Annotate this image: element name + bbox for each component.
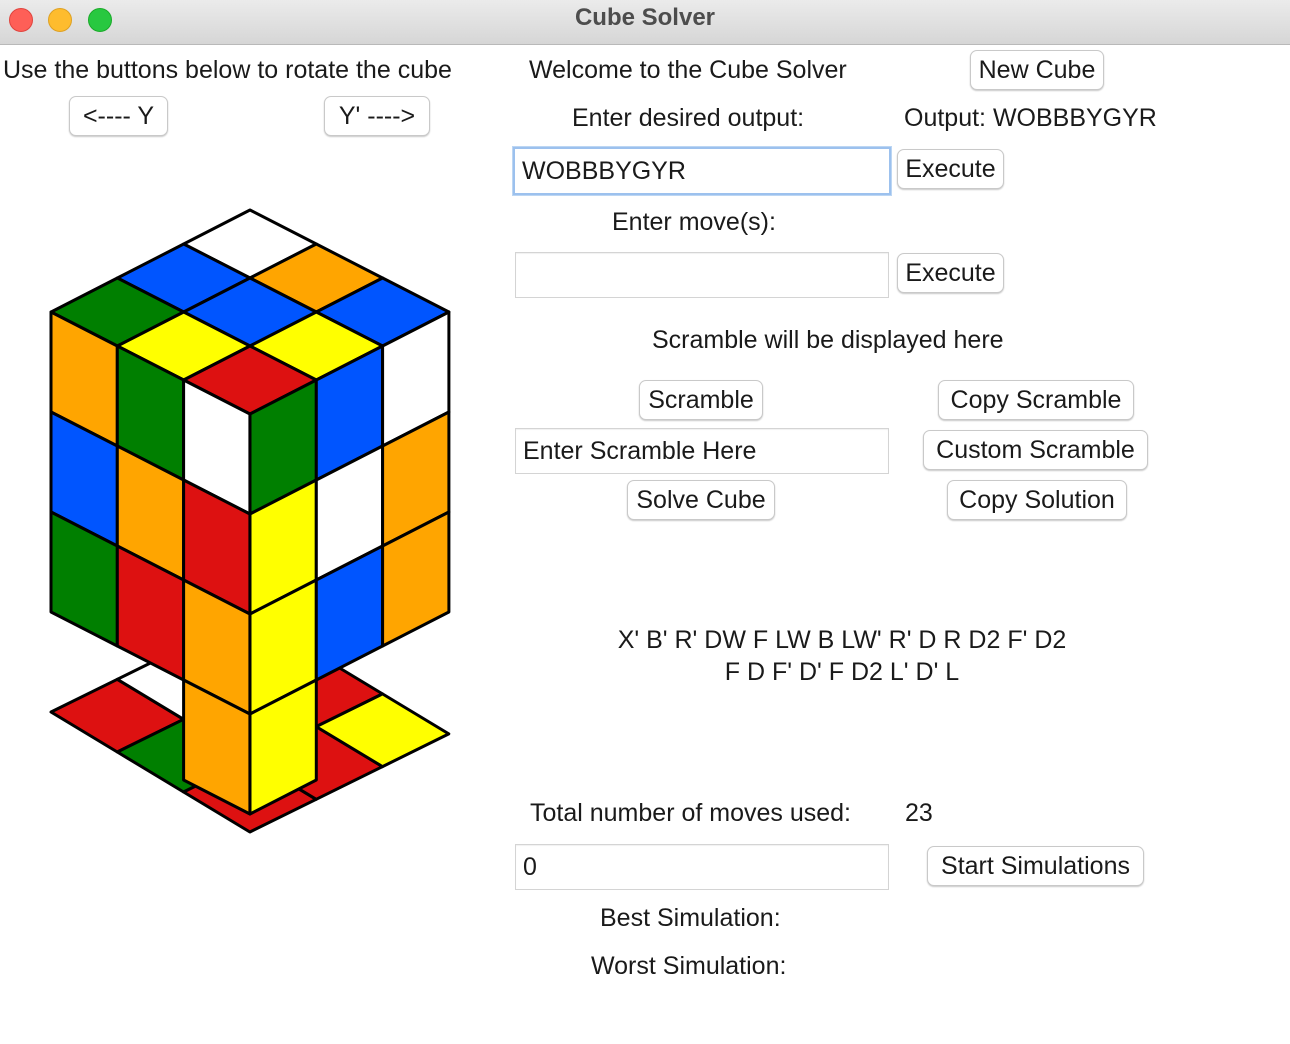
- moves-input[interactable]: [515, 252, 889, 298]
- total-moves-label: Total number of moves used:: [530, 799, 851, 827]
- worst-simulation-label: Worst Simulation:: [591, 952, 787, 980]
- output-value-label: Output: WOBBBYGYR: [904, 104, 1157, 132]
- start-simulations-button[interactable]: Start Simulations: [927, 846, 1144, 886]
- solution-line-1: X' B' R' DW F LW B LW' R' D R D2 F' D2: [617, 626, 1067, 654]
- scramble-display: Scramble will be displayed here: [652, 326, 1004, 354]
- scramble-button[interactable]: Scramble: [639, 380, 763, 420]
- desired-output-label: Enter desired output:: [572, 104, 805, 132]
- moves-execute-button[interactable]: Execute: [897, 253, 1004, 293]
- desired-output-input[interactable]: [513, 147, 891, 195]
- scramble-input[interactable]: [515, 428, 889, 474]
- cube-visualization: [49, 208, 451, 834]
- copy-solution-button[interactable]: Copy Solution: [947, 480, 1127, 520]
- new-cube-button[interactable]: New Cube: [970, 50, 1104, 90]
- solution-line-2: F D F' D' F D2 L' D' L: [724, 658, 960, 686]
- solve-cube-button[interactable]: Solve Cube: [627, 480, 775, 520]
- custom-scramble-button[interactable]: Custom Scramble: [923, 430, 1148, 470]
- total-moves-value: 23: [905, 799, 933, 827]
- output-execute-button[interactable]: Execute: [897, 149, 1004, 189]
- welcome-heading: Welcome to the Cube Solver: [529, 56, 847, 84]
- simulations-count-input[interactable]: [515, 844, 889, 890]
- best-simulation-label: Best Simulation:: [600, 904, 781, 932]
- copy-scramble-button[interactable]: Copy Scramble: [938, 380, 1134, 420]
- moves-label: Enter move(s):: [612, 208, 776, 236]
